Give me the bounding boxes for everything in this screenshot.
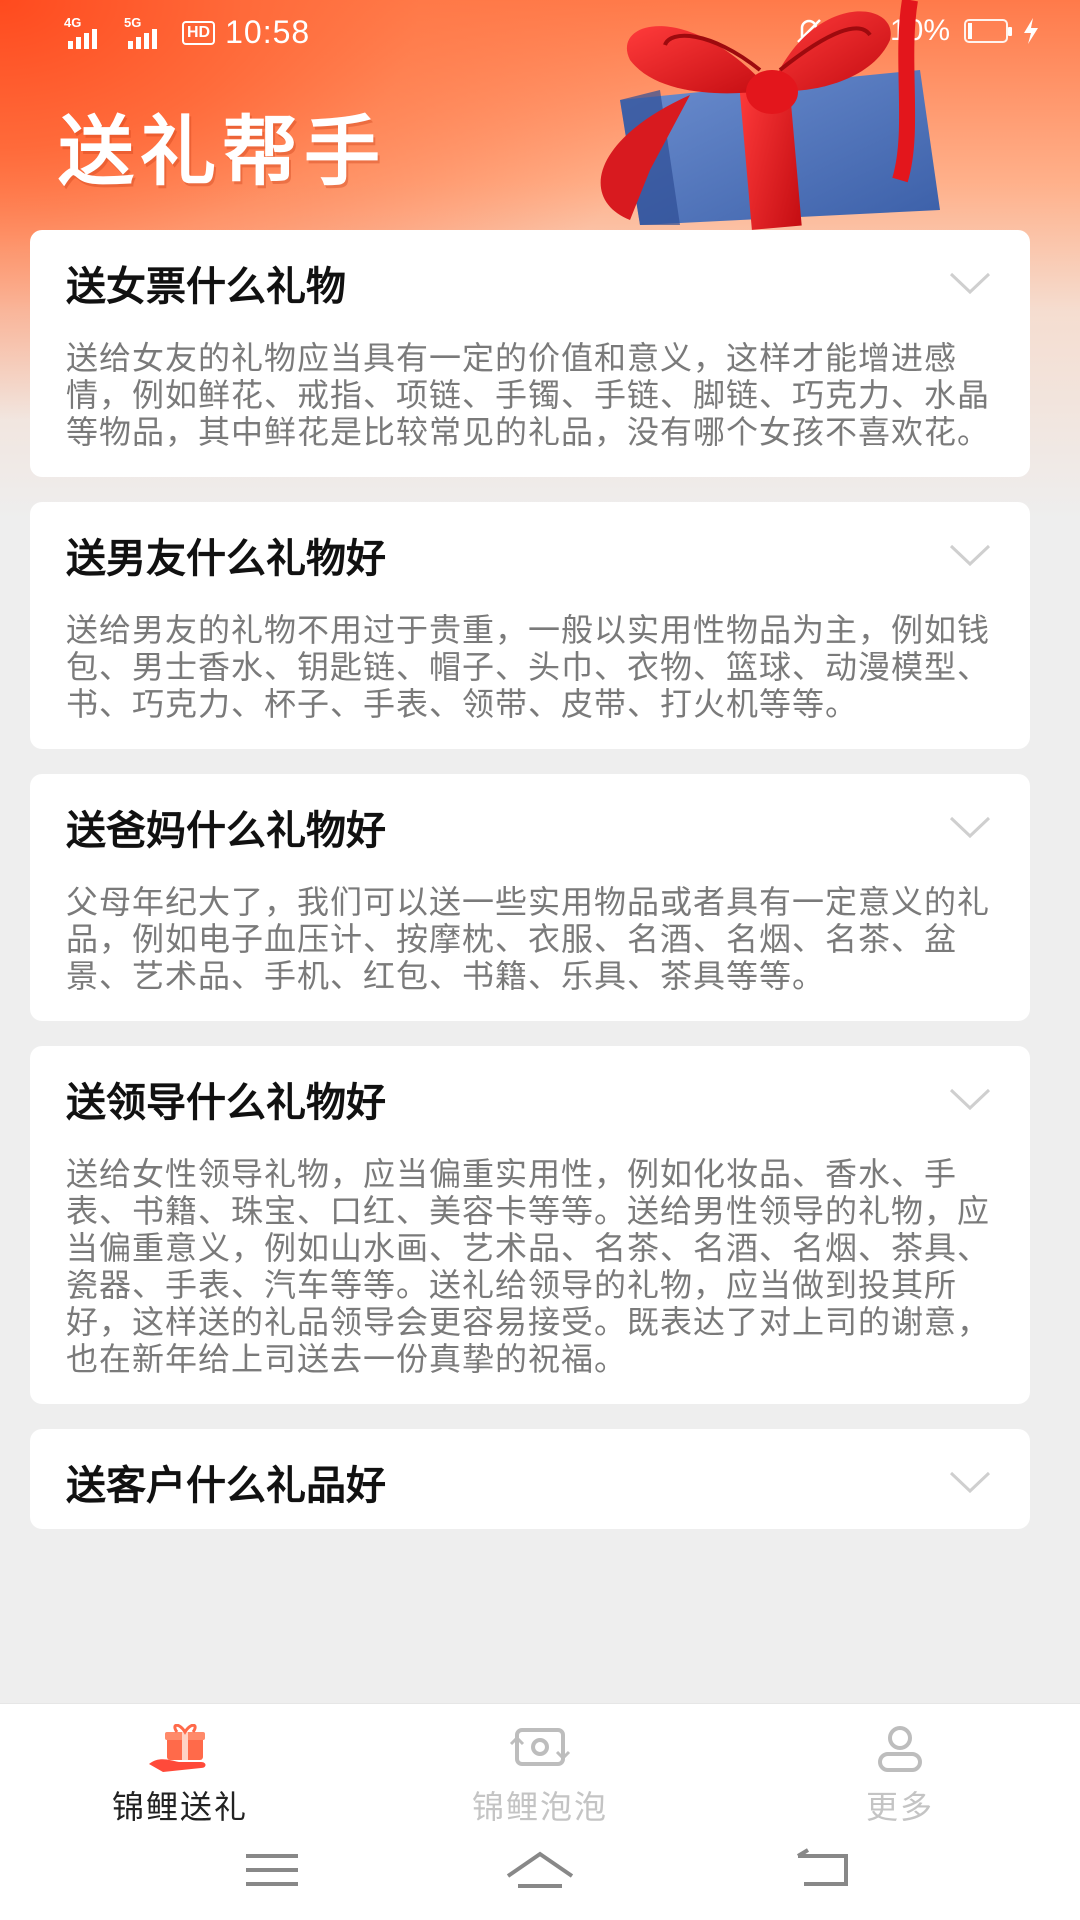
tab-koi-bubble[interactable]: 锦鲤泡泡: [390, 1724, 690, 1828]
tab-more[interactable]: 更多: [750, 1724, 1050, 1828]
tab-label: 更多: [865, 1788, 934, 1826]
page-title: 送礼帮手: [58, 107, 386, 196]
card-question: 送男友什么礼物好: [66, 536, 386, 582]
signal-5g-icon: 5G: [122, 15, 172, 51]
advice-card-boyfriend[interactable]: 送男友什么礼物好 送给男友的礼物不用过于贵重，一般以实用性物品为主，例如钱包、男…: [30, 502, 1030, 749]
card-question: 送爸妈什么礼物好: [66, 808, 386, 854]
back-icon[interactable]: [784, 1840, 864, 1900]
net-label-1: 4G: [64, 14, 82, 30]
chevron-down-icon[interactable]: [948, 542, 992, 568]
card-answer: 送给男友的礼物不用过于贵重，一般以实用性物品为主，例如钱包、男士香水、钥匙链、帽…: [66, 611, 991, 723]
card-answer: 父母年纪大了，我们可以送一些实用物品或者具有一定意义的礼品，例如电子血压计、按摩…: [66, 883, 991, 995]
chevron-down-icon[interactable]: [948, 270, 992, 296]
tab-label: 锦鲤泡泡: [471, 1788, 608, 1826]
status-left: 4G 5G HD 10:58: [62, 14, 310, 51]
gift-box-illustration: [600, 0, 940, 230]
home-icon[interactable]: [500, 1840, 580, 1900]
advice-card-girlfriend[interactable]: 送女票什么礼物 送给女友的礼物应当具有一定的价值和意义，这样才能增进感情，例如鲜…: [30, 230, 1030, 477]
advice-card-client[interactable]: 送客户什么礼品好: [30, 1429, 1030, 1529]
card-question: 送客户什么礼品好: [66, 1463, 386, 1509]
gift-hand-icon: [149, 1724, 206, 1772]
card-answer: 送给女性领导礼物，应当偏重实用性，例如化妆品、香水、手表、书籍、珠宝、口红、美容…: [66, 1155, 991, 1378]
chevron-down-icon[interactable]: [948, 1469, 992, 1495]
battery-icon: [964, 19, 1012, 43]
advice-card-parents[interactable]: 送爸妈什么礼物好 父母年纪大了，我们可以送一些实用物品或者具有一定意义的礼品，例…: [30, 774, 1030, 1021]
card-answer: 送给女友的礼物应当具有一定的价值和意义，这样才能增进感情，例如鲜花、戒指、项链、…: [66, 339, 991, 451]
signal-4g-icon: 4G: [62, 15, 112, 51]
net-label-2: 5G: [124, 14, 142, 30]
system-nav-bar: [0, 1830, 1080, 1910]
tab-koi-gift[interactable]: 锦鲤送礼: [30, 1724, 330, 1828]
tab-label: 锦鲤送礼: [111, 1788, 248, 1826]
advice-card-leader[interactable]: 送领导什么礼物好 送给女性领导礼物，应当偏重实用性，例如化妆品、香水、手表、书籍…: [30, 1046, 1030, 1404]
gift-advice-list: 送女票什么礼物 送给女友的礼物应当具有一定的价值和意义，这样才能增进感情，例如鲜…: [30, 230, 1030, 1554]
status-time: 10:58: [225, 14, 311, 50]
card-question: 送女票什么礼物: [66, 264, 346, 310]
chevron-down-icon[interactable]: [948, 814, 992, 840]
chevron-down-icon[interactable]: [948, 1086, 992, 1112]
charging-bolt-icon: [1024, 18, 1038, 44]
menu-icon[interactable]: [232, 1840, 312, 1900]
hd-voice-badge: HD: [182, 20, 216, 45]
card-question: 送领导什么礼物好: [66, 1080, 386, 1126]
money-exchange-icon: [509, 1728, 571, 1766]
person-icon: [878, 1726, 922, 1772]
